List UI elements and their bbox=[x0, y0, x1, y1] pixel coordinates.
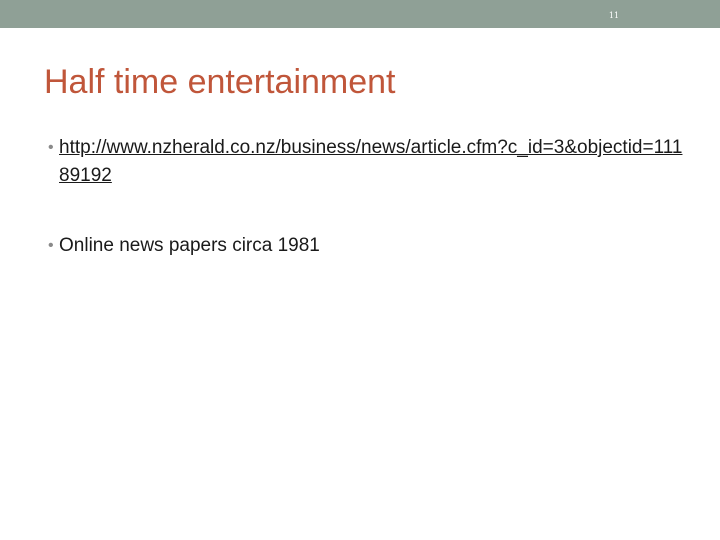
bullet-item-text: • Online news papers circa 1981 bbox=[48, 232, 688, 260]
bullet-marker-icon: • bbox=[48, 139, 54, 156]
slide-title: Half time entertainment bbox=[44, 63, 396, 101]
bullet-item-link: • http://www.nzherald.co.nz/business/new… bbox=[48, 134, 688, 190]
article-link[interactable]: http://www.nzherald.co.nz/business/news/… bbox=[59, 137, 682, 186]
bullet-list: • http://www.nzherald.co.nz/business/new… bbox=[48, 134, 688, 260]
bullet-text: Online news papers circa 1981 bbox=[59, 235, 320, 256]
slide: 11 Half time entertainment • http://www.… bbox=[0, 0, 720, 540]
slide-number: 11 bbox=[608, 11, 620, 20]
top-bar: 11 bbox=[0, 0, 720, 28]
bullet-marker-icon: • bbox=[48, 237, 54, 254]
